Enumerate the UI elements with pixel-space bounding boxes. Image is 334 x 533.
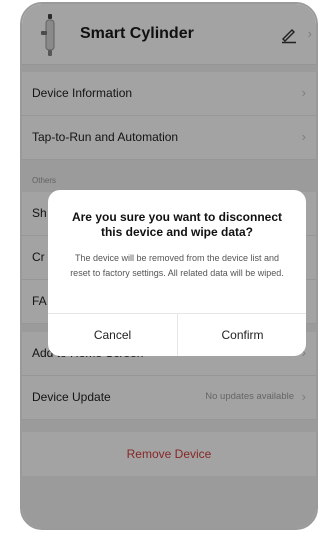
phone-frame: Smart Cylinder › Device Information › Ta… (20, 2, 318, 530)
confirm-button[interactable]: Confirm (178, 314, 306, 356)
dialog-title: Are you sure you want to disconnect this… (71, 210, 283, 239)
cancel-button[interactable]: Cancel (48, 314, 177, 356)
confirm-dialog: Are you sure you want to disconnect this… (48, 190, 306, 356)
dialog-message: The device will be removed from the devi… (70, 253, 284, 278)
